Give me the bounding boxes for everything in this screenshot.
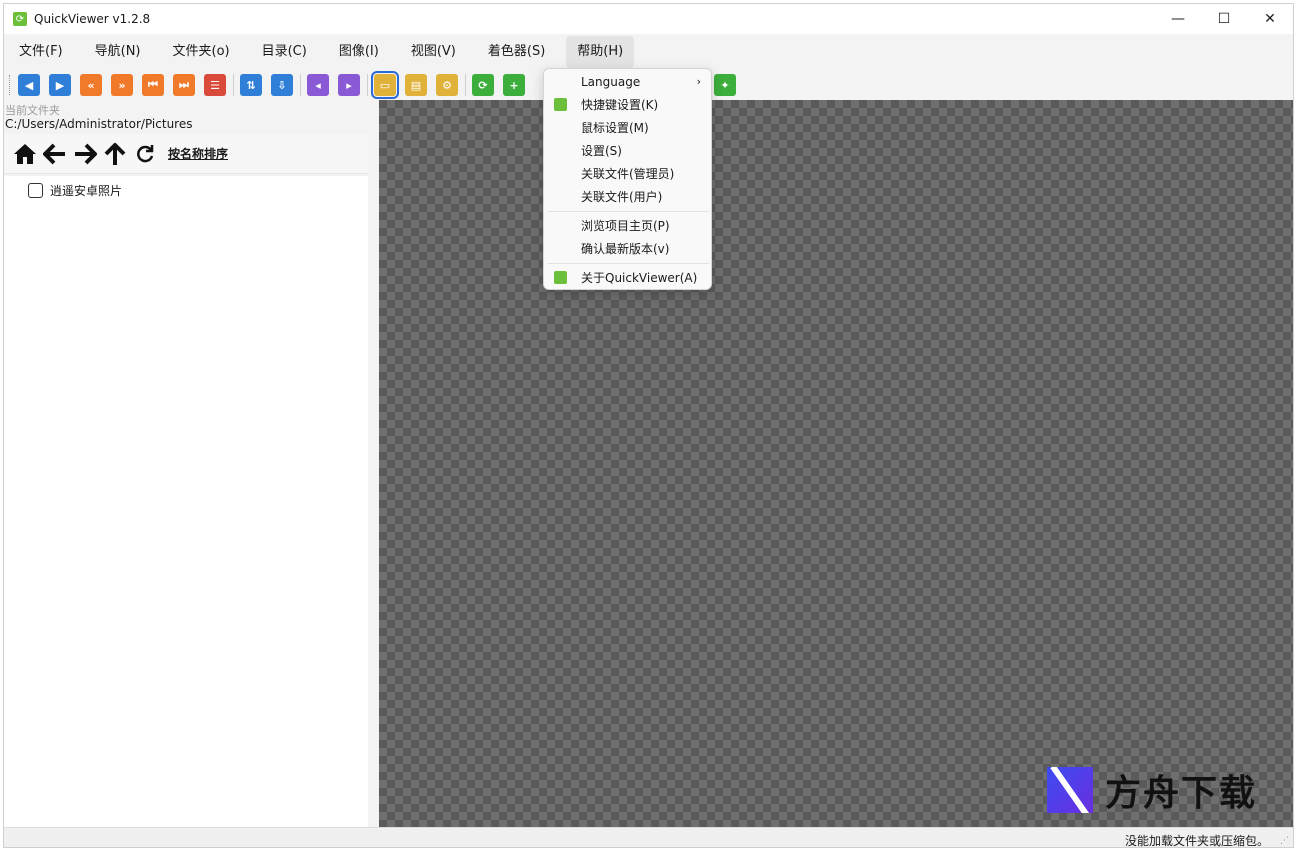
next-image-icon[interactable]: ▶ bbox=[49, 74, 71, 96]
tree-item[interactable]: 逍遥安卓照片 bbox=[28, 182, 122, 199]
menu-bar: 文件(F) 导航(N) 文件夹(o) 目录(C) 图像(I) 视图(V) 着色器… bbox=[4, 34, 1293, 70]
app-logo-icon: ⟳ bbox=[13, 12, 27, 26]
watermark-mark-icon bbox=[1047, 767, 1093, 813]
menu-catalog[interactable]: 目录(C) bbox=[251, 36, 318, 68]
settings-icon[interactable]: ⚙ bbox=[436, 74, 458, 96]
status-bar: 没能加载文件夹或压缩包。 ⋰ bbox=[4, 827, 1293, 848]
prev-folder-icon[interactable]: « bbox=[80, 74, 102, 96]
menu-item-check-version[interactable]: 确认最新版本(v) bbox=[544, 237, 711, 260]
image-viewer[interactable] bbox=[379, 100, 1293, 827]
toolbar-separator bbox=[233, 74, 234, 96]
next-page-icon[interactable]: ▸ bbox=[338, 74, 360, 96]
refresh-icon[interactable] bbox=[132, 141, 158, 167]
first-image-icon[interactable]: ⏮ bbox=[142, 74, 164, 96]
window-controls: — ☐ ✕ bbox=[1155, 4, 1293, 34]
menu-item-language[interactable]: Language › bbox=[544, 70, 711, 93]
menu-item-associate-user[interactable]: 关联文件(用户) bbox=[544, 185, 711, 208]
menu-folder[interactable]: 文件夹(o) bbox=[162, 36, 241, 68]
next-folder-icon[interactable]: » bbox=[111, 74, 133, 96]
folder-nav-bar: 按名称排序 bbox=[4, 134, 368, 174]
menu-item-project-homepage[interactable]: 浏览项目主页(P) bbox=[544, 214, 711, 237]
menu-item-settings[interactable]: 设置(S) bbox=[544, 139, 711, 162]
tree-item-checkbox[interactable] bbox=[28, 183, 43, 198]
help-menu-dropdown: Language › 快捷键设置(K) 鼠标设置(M) 设置(S) 关联文件(管… bbox=[543, 68, 712, 290]
rotate-page-icon[interactable]: ⇅ bbox=[240, 74, 262, 96]
last-image-icon[interactable]: ⏭ bbox=[173, 74, 195, 96]
app-logo-icon bbox=[554, 271, 567, 284]
sort-by-name-link[interactable]: 按名称排序 bbox=[168, 145, 228, 162]
resize-grip-icon[interactable]: ⋰ bbox=[1280, 836, 1289, 846]
catalog-view-icon[interactable]: ▤ bbox=[405, 74, 427, 96]
toolbar-separator bbox=[367, 74, 368, 96]
toolbar-separator bbox=[465, 74, 466, 96]
close-button[interactable]: ✕ bbox=[1247, 4, 1293, 34]
menu-navigate[interactable]: 导航(N) bbox=[84, 36, 152, 68]
minimize-button[interactable]: — bbox=[1155, 4, 1201, 34]
title-bar: ⟳ QuickViewer v1.2.8 — ☐ ✕ bbox=[4, 4, 1293, 34]
forward-arrow-icon[interactable] bbox=[72, 141, 98, 167]
menu-item-shortcut-settings[interactable]: 快捷键设置(K) bbox=[544, 93, 711, 116]
menu-separator bbox=[548, 211, 709, 212]
menu-item-associate-admin[interactable]: 关联文件(管理员) bbox=[544, 162, 711, 185]
prev-image-icon[interactable]: ◀ bbox=[18, 74, 40, 96]
catalog-icon[interactable]: ☰ bbox=[204, 74, 226, 96]
status-message: 没能加载文件夹或压缩包。 bbox=[1124, 834, 1269, 848]
current-folder-path: C:/Users/Administrator/Pictures bbox=[5, 117, 193, 131]
watermark-text: 方舟下载 bbox=[1105, 773, 1258, 814]
tag-icon[interactable]: ✦ bbox=[714, 74, 736, 96]
refresh-icon[interactable]: ⟳ bbox=[472, 74, 494, 96]
submenu-arrow-icon: › bbox=[696, 75, 701, 88]
folder-panel: 当前文件夹 C:/Users/Administrator/Pictures 按名… bbox=[4, 100, 370, 827]
folder-view-icon[interactable]: ▭ bbox=[371, 71, 399, 99]
window-title: QuickViewer v1.2.8 bbox=[34, 12, 151, 26]
toolbar-separator bbox=[300, 74, 301, 96]
menu-image[interactable]: 图像(I) bbox=[328, 36, 390, 68]
home-icon[interactable] bbox=[12, 141, 38, 167]
menu-shader[interactable]: 着色器(S) bbox=[477, 36, 556, 68]
tree-item-label: 逍遥安卓照片 bbox=[50, 184, 123, 198]
menu-item-about[interactable]: 关于QuickViewer(A) bbox=[544, 266, 711, 289]
save-page-icon[interactable]: ⇩ bbox=[271, 74, 293, 96]
add-icon[interactable]: + bbox=[503, 74, 525, 96]
up-arrow-icon[interactable] bbox=[102, 141, 128, 167]
prev-page-icon[interactable]: ◂ bbox=[307, 74, 329, 96]
back-arrow-icon[interactable] bbox=[42, 141, 68, 167]
menu-view[interactable]: 视图(V) bbox=[400, 36, 467, 68]
menu-separator bbox=[548, 263, 709, 264]
watermark-logo: 方舟下载 bbox=[1047, 764, 1257, 816]
shortcut-icon bbox=[554, 98, 567, 111]
menu-help[interactable]: 帮助(H) bbox=[566, 36, 635, 68]
toolbar-grip[interactable] bbox=[9, 75, 12, 95]
menu-file[interactable]: 文件(F) bbox=[8, 36, 74, 68]
menu-item-mouse-settings[interactable]: 鼠标设置(M) bbox=[544, 116, 711, 139]
folder-tree: 逍遥安卓照片 bbox=[4, 176, 368, 827]
maximize-button[interactable]: ☐ bbox=[1201, 4, 1247, 34]
current-folder-label: 当前文件夹 bbox=[5, 104, 60, 117]
